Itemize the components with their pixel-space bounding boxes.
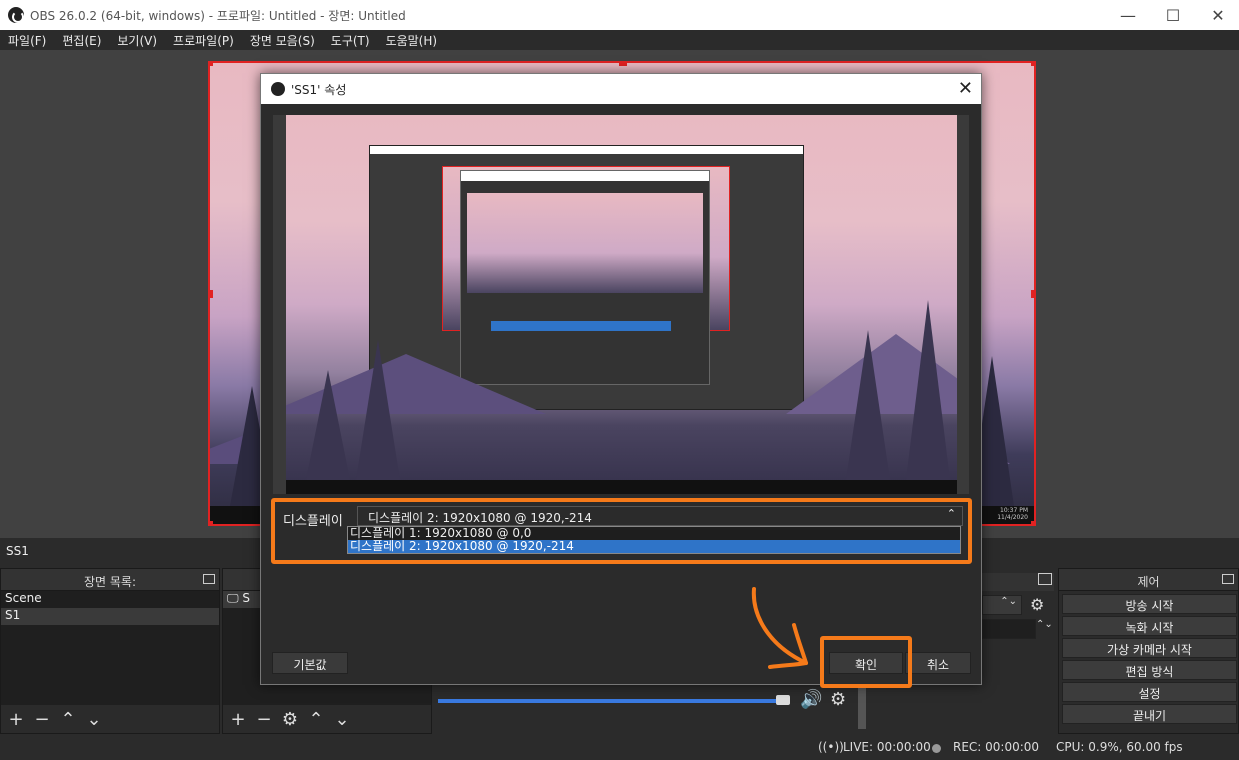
- controls-dock-header: 제어: [1059, 569, 1238, 591]
- resize-handle-bl[interactable]: [210, 521, 213, 524]
- captured-display-image: [286, 115, 957, 494]
- controls-dock-title: 제어: [1137, 575, 1160, 589]
- add-icon[interactable]: +: [5, 709, 27, 730]
- audio-mixer-strip: 🔊 ⚙: [432, 685, 868, 730]
- move-down-icon[interactable]: ⌄: [83, 709, 105, 730]
- dialog-title: 'SS1' 속성: [291, 83, 347, 97]
- chevron-icon[interactable]: ⌃⌄: [1036, 619, 1053, 639]
- transition-duration-spin[interactable]: ⌃⌄: [982, 595, 1022, 615]
- add-icon[interactable]: +: [227, 709, 249, 730]
- captured-taskbar: [286, 480, 957, 494]
- properties-dialog: 'SS1' 속성 ✕ 디스플레이 디스플레이 2: 1920x1080 @ 19…: [260, 73, 982, 685]
- start-recording-button[interactable]: 녹화 시작: [1062, 616, 1237, 636]
- gear-icon[interactable]: ⚙: [830, 689, 846, 710]
- gear-icon[interactable]: ⚙: [1030, 595, 1044, 614]
- menu-bar: 파일(F) 편집(E) 보기(V) 프로파일(P) 장면 모음(S) 도구(T)…: [0, 30, 1239, 50]
- resize-handle-right[interactable]: [1031, 290, 1034, 298]
- volume-slider-handle[interactable]: [776, 695, 790, 705]
- record-dot-icon: [932, 744, 941, 753]
- scenes-dock-title: 장면 목록:: [83, 575, 137, 589]
- live-timer: LIVE: 00:00:00: [843, 740, 931, 754]
- maximize-button[interactable]: ☐: [1150, 0, 1196, 30]
- move-down-icon[interactable]: ⌄: [331, 709, 353, 730]
- annotation-highlight-ok: [820, 636, 912, 688]
- undock-icon[interactable]: [1222, 574, 1234, 584]
- broadcast-icon: ((•)): [818, 740, 844, 754]
- scenes-list: Scene S1: [1, 591, 219, 705]
- scenes-dock-header: 장면 목록:: [1, 569, 219, 591]
- cancel-button[interactable]: 취소: [905, 652, 971, 674]
- taskbar-date: 11/4/2020: [997, 514, 1028, 521]
- transition-select[interactable]: [982, 619, 1036, 639]
- close-window-button[interactable]: ✕: [1195, 0, 1239, 30]
- start-streaming-button[interactable]: 방송 시작: [1062, 594, 1237, 614]
- menu-scene-collection[interactable]: 장면 모음(S): [242, 30, 323, 50]
- scenes-dock: 장면 목록: Scene S1 + − ⌃ ⌄: [0, 568, 220, 734]
- menu-file[interactable]: 파일(F): [0, 30, 54, 50]
- gear-icon[interactable]: ⚙: [279, 709, 301, 730]
- undock-icon[interactable]: [203, 574, 215, 584]
- window-titlebar: OBS 26.0.2 (64-bit, windows) - 프로파일: Unt…: [0, 0, 1239, 30]
- minimize-button[interactable]: —: [1105, 0, 1151, 30]
- undock-icon[interactable]: [1038, 573, 1052, 585]
- defaults-button[interactable]: 기본값: [272, 652, 348, 674]
- status-bar: ((•)) LIVE: 00:00:00 REC: 00:00:00 CPU: …: [0, 736, 1239, 760]
- menu-edit[interactable]: 편집(E): [54, 30, 109, 50]
- dialog-titlebar: 'SS1' 속성 ✕: [261, 74, 981, 104]
- resize-handle-br[interactable]: [1031, 521, 1034, 524]
- resize-handle-tl[interactable]: [210, 63, 213, 66]
- dialog-close-button[interactable]: ✕: [958, 78, 973, 99]
- dialog-preview: [273, 115, 969, 494]
- menu-view[interactable]: 보기(V): [109, 30, 165, 50]
- mixer-scrollbar[interactable]: [858, 685, 866, 729]
- rec-timer: REC: 00:00:00: [953, 740, 1040, 754]
- settings-button[interactable]: 설정: [1062, 682, 1237, 702]
- volume-slider-track[interactable]: [438, 699, 778, 703]
- annotation-highlight-display: [271, 498, 972, 564]
- scenes-toolbar: + − ⌃ ⌄: [1, 705, 219, 733]
- window-title: OBS 26.0.2 (64-bit, windows) - 프로파일: Unt…: [30, 9, 406, 23]
- obs-logo-icon: [271, 82, 285, 96]
- cpu-fps: CPU: 0.9%, 60.00 fps: [1056, 740, 1183, 754]
- speaker-icon[interactable]: 🔊: [800, 689, 822, 710]
- move-up-icon[interactable]: ⌃: [57, 709, 79, 730]
- menu-tools[interactable]: 도구(T): [323, 30, 378, 50]
- current-scene-label: SS1: [6, 544, 29, 558]
- list-item[interactable]: Scene: [1, 591, 219, 608]
- menu-profile[interactable]: 프로파일(P): [165, 30, 242, 50]
- start-virtual-camera-button[interactable]: 가상 카메라 시작: [1062, 638, 1237, 658]
- list-item[interactable]: S1: [1, 608, 219, 625]
- annotation-arrow-icon: [751, 587, 808, 669]
- resize-handle-left[interactable]: [210, 290, 213, 298]
- remove-icon[interactable]: −: [31, 709, 53, 730]
- exit-button[interactable]: 끝내기: [1062, 704, 1237, 724]
- remove-icon[interactable]: −: [253, 709, 275, 730]
- monitor-icon: 🖵: [227, 591, 239, 605]
- taskbar-time: 10:37 PM: [1000, 507, 1028, 514]
- resize-handle-tr[interactable]: [1031, 63, 1034, 66]
- move-up-icon[interactable]: ⌃: [305, 709, 327, 730]
- sources-toolbar: + − ⚙ ⌃ ⌄: [223, 705, 431, 733]
- menu-help[interactable]: 도움말(H): [378, 30, 446, 50]
- resize-handle-top[interactable]: [619, 63, 627, 66]
- obs-logo-icon: [8, 7, 24, 23]
- studio-mode-button[interactable]: 편집 방식: [1062, 660, 1237, 680]
